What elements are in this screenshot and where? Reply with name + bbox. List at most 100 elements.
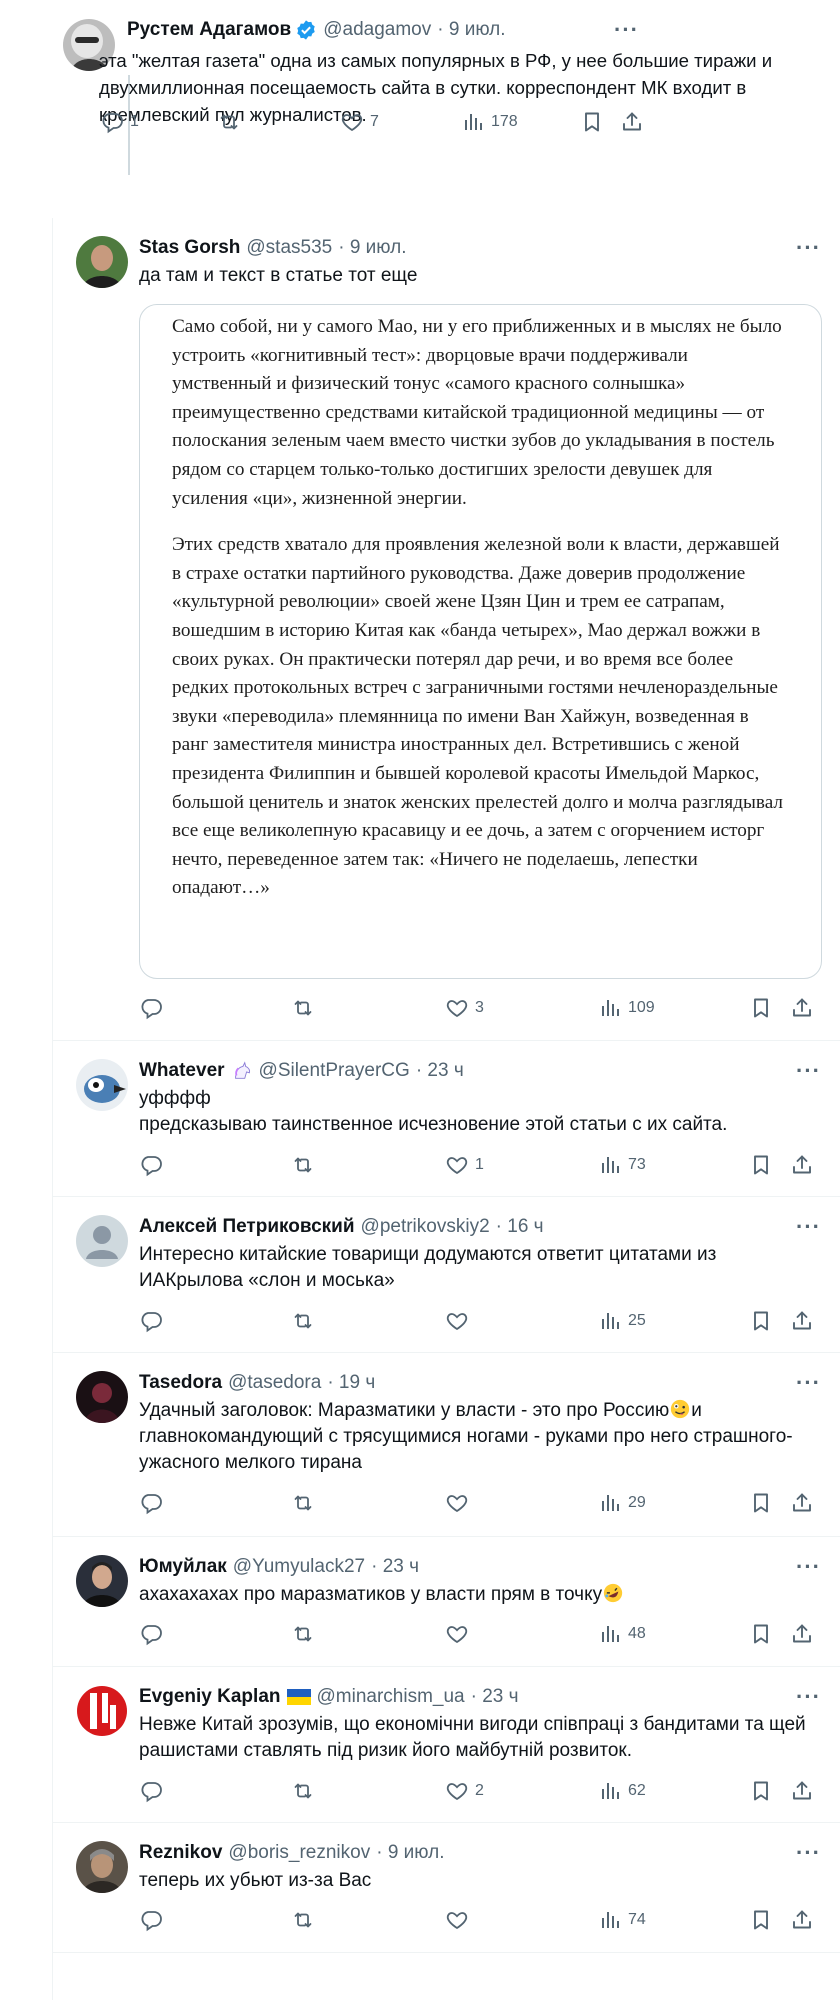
views-button[interactable]: 109 xyxy=(598,996,655,1020)
bookmark-button[interactable] xyxy=(580,110,604,134)
more-options-icon[interactable]: ··· xyxy=(796,1216,821,1238)
author-handle[interactable]: @stas535 xyxy=(246,236,332,260)
like-button[interactable]: 2 xyxy=(445,1779,484,1803)
bookmark-button[interactable] xyxy=(749,1622,773,1646)
tweet[interactable]: Tasedora @tasedora · 19 ч ··· Удачный за… xyxy=(53,1353,840,1537)
bookmark-button[interactable] xyxy=(749,1153,773,1177)
author-name[interactable]: Юмуйлак xyxy=(139,1555,227,1579)
tweet-time[interactable]: · 9 июл. xyxy=(338,236,406,260)
views-button[interactable]: 74 xyxy=(598,1908,646,1932)
author-handle[interactable]: @petrikovskiy2 xyxy=(361,1215,490,1239)
views-button[interactable]: 73 xyxy=(598,1153,646,1177)
article-quote-card[interactable]: Само собой, ни у самого Мао, ни у его пр… xyxy=(139,304,822,979)
bookmark-button[interactable] xyxy=(749,1309,773,1333)
tweet-time[interactable]: · 16 ч xyxy=(496,1215,544,1239)
retweet-button[interactable] xyxy=(291,1153,315,1177)
like-button[interactable] xyxy=(445,1622,475,1646)
tweet-time[interactable]: · 19 ч xyxy=(327,1371,375,1395)
retweet-icon xyxy=(291,996,315,1020)
more-options-icon[interactable]: ··· xyxy=(796,1060,821,1082)
tweet-time[interactable]: · 23 ч xyxy=(371,1555,419,1579)
retweet-button[interactable] xyxy=(217,110,241,134)
author-handle[interactable]: @SilentPrayerCG xyxy=(259,1059,410,1083)
share-button[interactable] xyxy=(790,996,814,1020)
avatar[interactable] xyxy=(76,236,128,288)
bookmark-button[interactable] xyxy=(749,1491,773,1515)
author-name[interactable]: Stas Gorsh xyxy=(139,236,240,260)
tweet[interactable]: Evgeniy Kaplan @minarchism_ua · 23 ч ···… xyxy=(53,1667,840,1823)
more-options-icon[interactable]: ··· xyxy=(796,1556,821,1578)
more-options-icon[interactable]: ··· xyxy=(796,1842,821,1864)
tweet-time[interactable]: · 23 ч xyxy=(416,1059,464,1083)
reply-button[interactable] xyxy=(139,1309,169,1333)
author-name[interactable]: Whatever xyxy=(139,1059,225,1083)
more-options-icon[interactable]: ··· xyxy=(614,19,639,41)
avatar[interactable] xyxy=(76,1685,128,1737)
avatar[interactable] xyxy=(76,1371,128,1423)
reply-button[interactable] xyxy=(139,1153,169,1177)
share-button[interactable] xyxy=(790,1153,814,1177)
share-button[interactable] xyxy=(790,1622,814,1646)
author-handle[interactable]: @adagamov xyxy=(323,18,431,42)
tweet-text: да там и текст в статье тот еще xyxy=(139,265,418,286)
avatar[interactable] xyxy=(76,1841,128,1893)
author-handle[interactable]: @boris_reznikov xyxy=(228,1841,370,1865)
author-name[interactable]: Reznikov xyxy=(139,1841,222,1865)
like-button[interactable] xyxy=(445,1491,475,1515)
tweet[interactable]: Whatever @SilentPrayerCG · 23 ч ··· уффф… xyxy=(53,1041,840,1197)
avatar[interactable] xyxy=(76,1059,128,1111)
views-button[interactable]: 29 xyxy=(598,1491,646,1515)
reply-button[interactable] xyxy=(139,996,169,1020)
views-button[interactable]: 25 xyxy=(598,1309,646,1333)
author-handle[interactable]: @minarchism_ua xyxy=(317,1685,465,1709)
tweet[interactable]: Reznikov @boris_reznikov · 9 июл. ··· те… xyxy=(53,1823,840,1953)
views-button[interactable]: 48 xyxy=(598,1622,646,1646)
tweet-time[interactable]: · 9 июл. xyxy=(376,1841,444,1865)
tweet-time[interactable]: · 23 ч xyxy=(471,1685,519,1709)
like-button[interactable]: 7 xyxy=(340,110,379,134)
author-handle[interactable]: @tasedora xyxy=(228,1371,321,1395)
more-options-icon[interactable]: ··· xyxy=(796,237,821,259)
retweet-button[interactable] xyxy=(291,1622,315,1646)
author-handle[interactable]: @Yumyulack27 xyxy=(233,1555,365,1579)
tweet[interactable]: Юмуйлак @Yumyulack27 · 23 ч ··· ахахахах… xyxy=(53,1537,840,1667)
author-name[interactable]: Рустем Адагамов xyxy=(127,18,291,42)
tweet[interactable]: Рустем Адагамов @adagamov · 9 июл. ··· э… xyxy=(40,0,840,178)
tweet[interactable]: Stas Gorsh @stas535 · 9 июл. ··· да там … xyxy=(53,218,840,1041)
views-button[interactable]: 178 xyxy=(461,110,518,134)
reply-button[interactable] xyxy=(139,1779,169,1803)
bookmark-button[interactable] xyxy=(749,1908,773,1932)
like-button[interactable]: 3 xyxy=(445,996,484,1020)
avatar[interactable] xyxy=(76,1215,128,1267)
share-button[interactable] xyxy=(620,110,644,134)
views-button[interactable]: 62 xyxy=(598,1779,646,1803)
retweet-button[interactable] xyxy=(291,1908,315,1932)
share-button[interactable] xyxy=(790,1779,814,1803)
tweet[interactable]: Алексей Петриковский @petrikovskiy2 · 16… xyxy=(53,1197,840,1353)
reply-button[interactable] xyxy=(139,1491,169,1515)
views-icon xyxy=(598,1622,622,1646)
share-button[interactable] xyxy=(790,1309,814,1333)
retweet-button[interactable] xyxy=(291,996,315,1020)
avatar[interactable] xyxy=(76,1555,128,1607)
author-name[interactable]: Tasedora xyxy=(139,1371,222,1395)
like-button[interactable] xyxy=(445,1908,475,1932)
reply-button[interactable] xyxy=(139,1908,169,1932)
like-button[interactable]: 1 xyxy=(445,1153,484,1177)
author-name[interactable]: Алексей Петриковский xyxy=(139,1215,355,1239)
tweet-time[interactable]: · 9 июл. xyxy=(437,18,505,42)
bookmark-button[interactable] xyxy=(749,996,773,1020)
more-options-icon[interactable]: ··· xyxy=(796,1686,821,1708)
share-button[interactable] xyxy=(790,1908,814,1932)
retweet-button[interactable] xyxy=(291,1491,315,1515)
more-options-icon[interactable]: ··· xyxy=(796,1372,821,1394)
retweet-button[interactable] xyxy=(291,1779,315,1803)
bookmark-button[interactable] xyxy=(749,1779,773,1803)
share-button[interactable] xyxy=(790,1491,814,1515)
reply-button[interactable] xyxy=(139,1622,169,1646)
like-button[interactable] xyxy=(445,1309,475,1333)
author-name[interactable]: Evgeniy Kaplan xyxy=(139,1685,281,1709)
retweet-icon xyxy=(291,1779,315,1803)
reply-button[interactable]: 1 xyxy=(100,110,139,134)
retweet-button[interactable] xyxy=(291,1309,315,1333)
